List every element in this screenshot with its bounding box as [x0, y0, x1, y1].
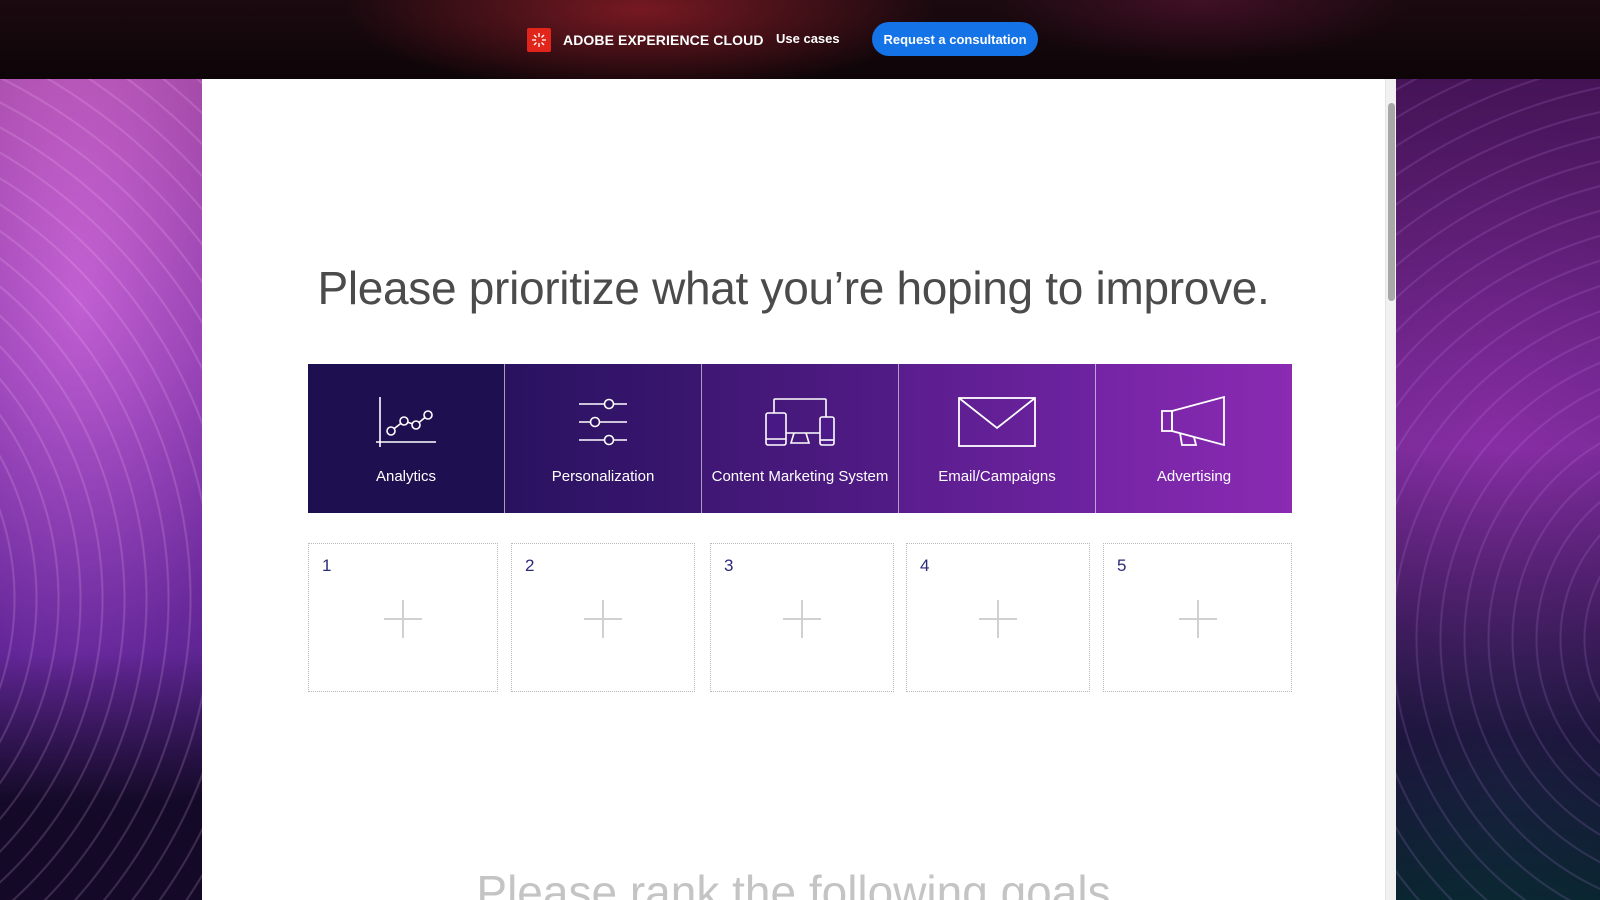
nav-use-cases-link[interactable]: Use cases	[776, 31, 840, 46]
slot-number: 4	[920, 556, 930, 575]
tile-content-marketing-system[interactable]: Content Marketing System	[702, 364, 899, 513]
envelope-icon	[957, 394, 1037, 450]
devices-icon	[764, 394, 836, 450]
top-navigation: ADOBE EXPERIENCE CLOUD Use cases Request…	[0, 0, 1600, 79]
content-panel: Please prioritize what you’re hoping to …	[202, 79, 1385, 900]
tile-label: Email/Campaigns	[938, 468, 1056, 485]
next-section-title: Please rank the following goals	[476, 866, 1111, 900]
slot-number: 3	[724, 556, 734, 575]
sliders-icon	[577, 394, 629, 450]
background-swirl-right	[1396, 79, 1600, 900]
slot-number: 2	[525, 556, 535, 575]
tile-email-campaigns[interactable]: Email/Campaigns	[899, 364, 1096, 513]
tile-label: Advertising	[1156, 468, 1232, 485]
adobe-logo-icon	[527, 28, 551, 52]
priority-slot-1[interactable]: 1	[308, 543, 498, 692]
background-swirl-left	[0, 79, 202, 900]
tile-label: Analytics	[375, 468, 437, 485]
brand[interactable]: ADOBE EXPERIENCE CLOUD	[527, 28, 764, 52]
priority-slot-3[interactable]: 3	[710, 543, 894, 692]
priority-slots: 1 2 3 4 5	[308, 543, 1292, 692]
priority-slot-5[interactable]: 5	[1103, 543, 1292, 692]
tile-personalization[interactable]: Personalization	[505, 364, 702, 513]
brand-name: ADOBE EXPERIENCE CLOUD	[563, 32, 764, 48]
megaphone-icon	[1160, 394, 1228, 450]
slot-number: 5	[1117, 556, 1127, 575]
plus-icon	[783, 600, 821, 638]
plus-icon	[584, 600, 622, 638]
page-title: Please prioritize what you’re hoping to …	[317, 262, 1270, 314]
page-scrollbar[interactable]	[1385, 79, 1396, 900]
analytics-chart-icon	[375, 394, 437, 450]
plus-icon	[384, 600, 422, 638]
tile-label: Content Marketing System	[711, 468, 889, 485]
plus-icon	[1178, 600, 1217, 638]
scrollbar-thumb[interactable]	[1388, 103, 1395, 301]
plus-icon	[979, 600, 1017, 638]
request-consultation-button[interactable]: Request a consultation	[872, 22, 1038, 56]
category-tiles: Analytics Personalization Content Market…	[308, 364, 1292, 513]
tile-analytics[interactable]: Analytics	[308, 364, 505, 513]
tile-label: Personalization	[551, 468, 655, 485]
priority-slot-2[interactable]: 2	[511, 543, 695, 692]
priority-slot-4[interactable]: 4	[906, 543, 1090, 692]
tile-advertising[interactable]: Advertising	[1096, 364, 1292, 513]
slot-number: 1	[322, 556, 332, 575]
